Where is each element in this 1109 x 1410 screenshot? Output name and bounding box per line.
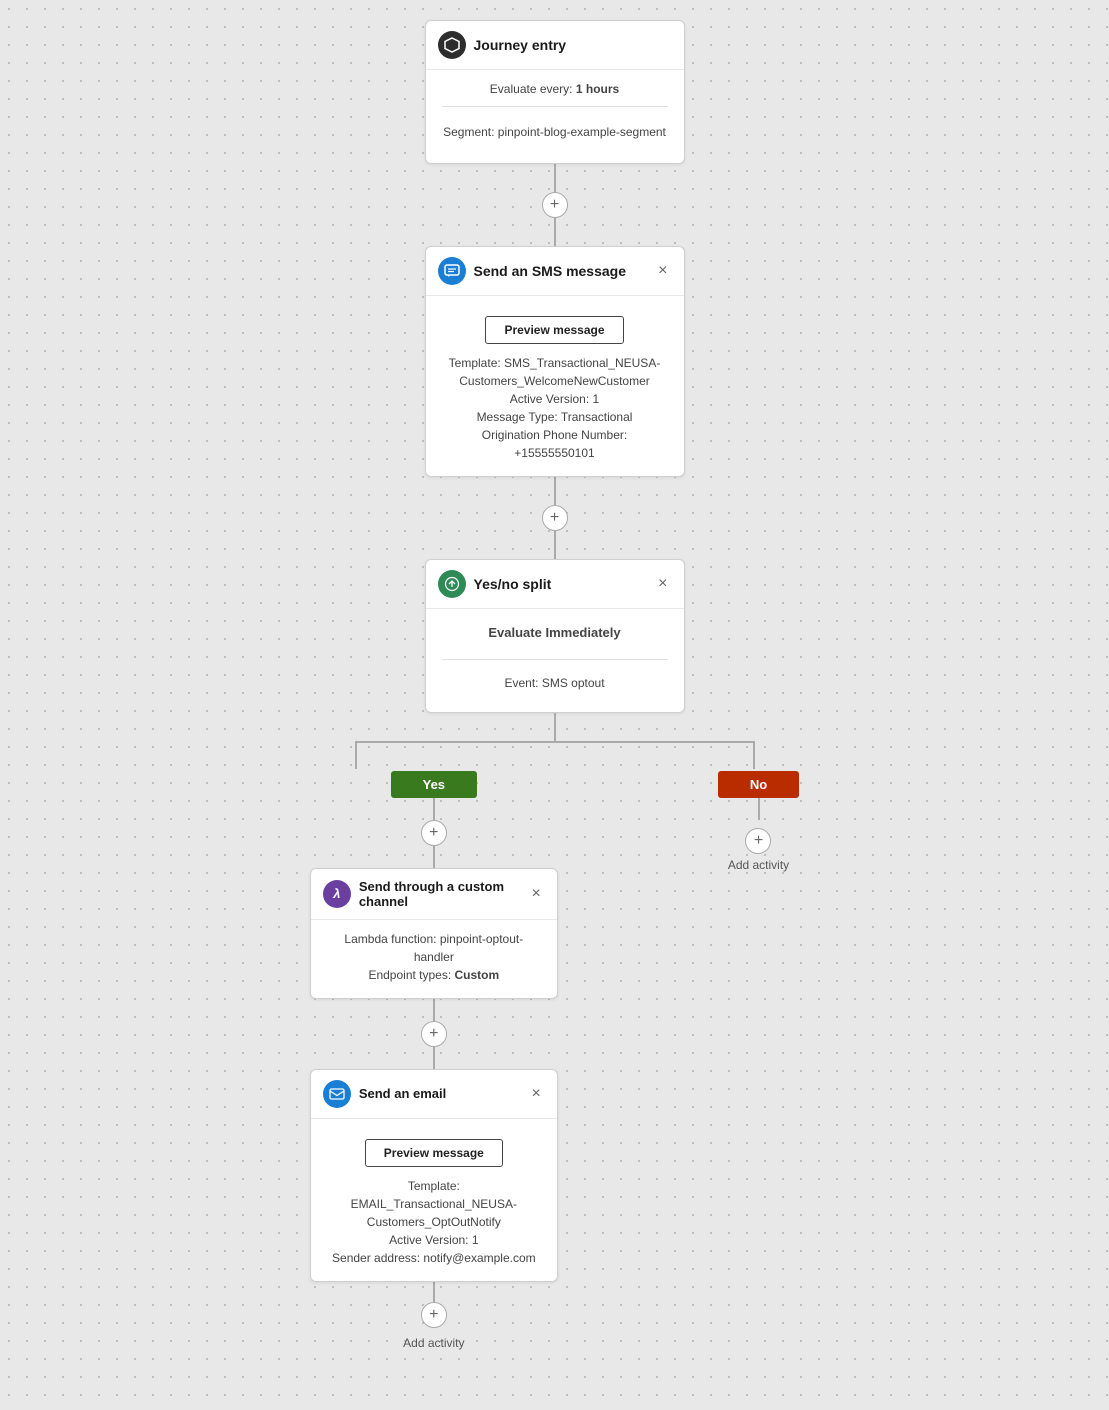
custom-channel-header: λ Send through a custom channel × [311,869,557,919]
sms-title: Send an SMS message [474,263,647,279]
no-branch: No + Add activity [718,771,799,872]
journey-entry-card: Journey entry Evaluate every: 1 hours Se… [425,20,685,164]
email-card: Send an email × Preview message Template… [310,1069,558,1282]
yes-v-line3 [433,999,435,1021]
split-h-connector [355,741,755,743]
no-add-activity-label: Add activity [728,858,789,872]
connector-2: + [542,477,568,559]
segment-label: Segment: pinpoint-blog-example-segment [442,115,668,149]
split-section: Yes + λ Send through a custom channel × … [0,713,1109,1350]
no-add-activity-button[interactable]: + [745,828,771,854]
yes-label[interactable]: Yes [391,771,477,798]
yes-no-split-card: Yes/no split × Evaluate Immediately Even… [425,559,685,713]
split-body: Evaluate Immediately Event: SMS optout [426,608,684,712]
yes-v-line2 [433,846,435,868]
email-template: Template: EMAIL_Transactional_NEUSA-Cust… [327,1177,541,1231]
no-label[interactable]: No [718,771,799,798]
sms-preview-button[interactable]: Preview message [485,316,623,344]
no-add-activity[interactable]: + Add activity [728,828,789,872]
split-icon [438,570,466,598]
yes-branch: Yes + λ Send through a custom channel × … [310,771,558,1350]
line-2 [554,218,556,246]
endpoint-types: Endpoint types: Custom [327,966,541,984]
sms-template: Template: SMS_Transactional_NEUSA-Custom… [442,354,668,390]
split-close-button[interactable]: × [654,574,671,594]
yes-v-line [433,798,435,820]
lambda-function: Lambda function: pinpoint-optout-handler [327,930,541,966]
split-v-line [554,713,556,741]
journey-icon [438,31,466,59]
sms-header: Send an SMS message × [426,247,684,295]
sms-body: Preview message Template: SMS_Transactio… [426,295,684,476]
flow-container: Journey entry Evaluate every: 1 hours Se… [0,0,1109,1410]
email-preview-button[interactable]: Preview message [365,1139,503,1167]
bottom-add-activity-label: Add activity [403,1336,464,1350]
custom-channel-body: Lambda function: pinpoint-optout-handler… [311,919,557,998]
split-title: Yes/no split [474,576,647,592]
split-divider [442,659,668,660]
lambda-icon: λ [323,880,351,908]
split-branches: Yes + λ Send through a custom channel × … [0,771,1109,1350]
email-title: Send an email [359,1086,520,1101]
add-step-1-button[interactable]: + [542,192,568,218]
add-step-2-button[interactable]: + [542,505,568,531]
email-header: Send an email × [311,1070,557,1118]
split-header: Yes/no split × [426,560,684,608]
connector-1: + [542,164,568,246]
add-yes-step-button[interactable]: + [421,820,447,846]
sms-message-type: Message Type: Transactional [442,408,668,426]
line-4 [554,531,556,559]
email-active-version: Active Version: 1 [327,1231,541,1249]
event-sms-optout: Event: SMS optout [442,668,668,698]
sms-icon [438,257,466,285]
add-bottom-step-button[interactable]: + [421,1302,447,1328]
email-close-button[interactable]: × [527,1084,544,1104]
divider [442,106,668,107]
line-1 [554,164,556,192]
add-yes-step2-button[interactable]: + [421,1021,447,1047]
custom-channel-close-button[interactable]: × [527,884,544,904]
journey-entry-body: Evaluate every: 1 hours Segment: pinpoin… [426,69,684,163]
custom-channel-title: Send through a custom channel [359,879,520,909]
sms-card: Send an SMS message × Preview message Te… [425,246,685,477]
email-sender: Sender address: notify@example.com [327,1249,541,1267]
sms-origination: Origination Phone Number: +15555550101 [442,426,668,462]
line-3 [554,477,556,505]
bottom-add-activity[interactable]: Add activity [403,1336,464,1350]
journey-entry-title: Journey entry [474,37,672,53]
sms-close-button[interactable]: × [654,261,671,281]
no-v-line [758,798,760,820]
evaluate-every: Evaluate every: 1 hours [442,80,668,98]
yes-v-line5 [433,1282,435,1302]
email-body: Preview message Template: EMAIL_Transact… [311,1118,557,1281]
sms-active-version: Active Version: 1 [442,390,668,408]
custom-channel-card: λ Send through a custom channel × Lambda… [310,868,558,999]
journey-entry-header: Journey entry [426,21,684,69]
email-icon [323,1080,351,1108]
yes-v-line4 [433,1047,435,1069]
evaluate-immediately: Evaluate Immediately [442,619,668,651]
